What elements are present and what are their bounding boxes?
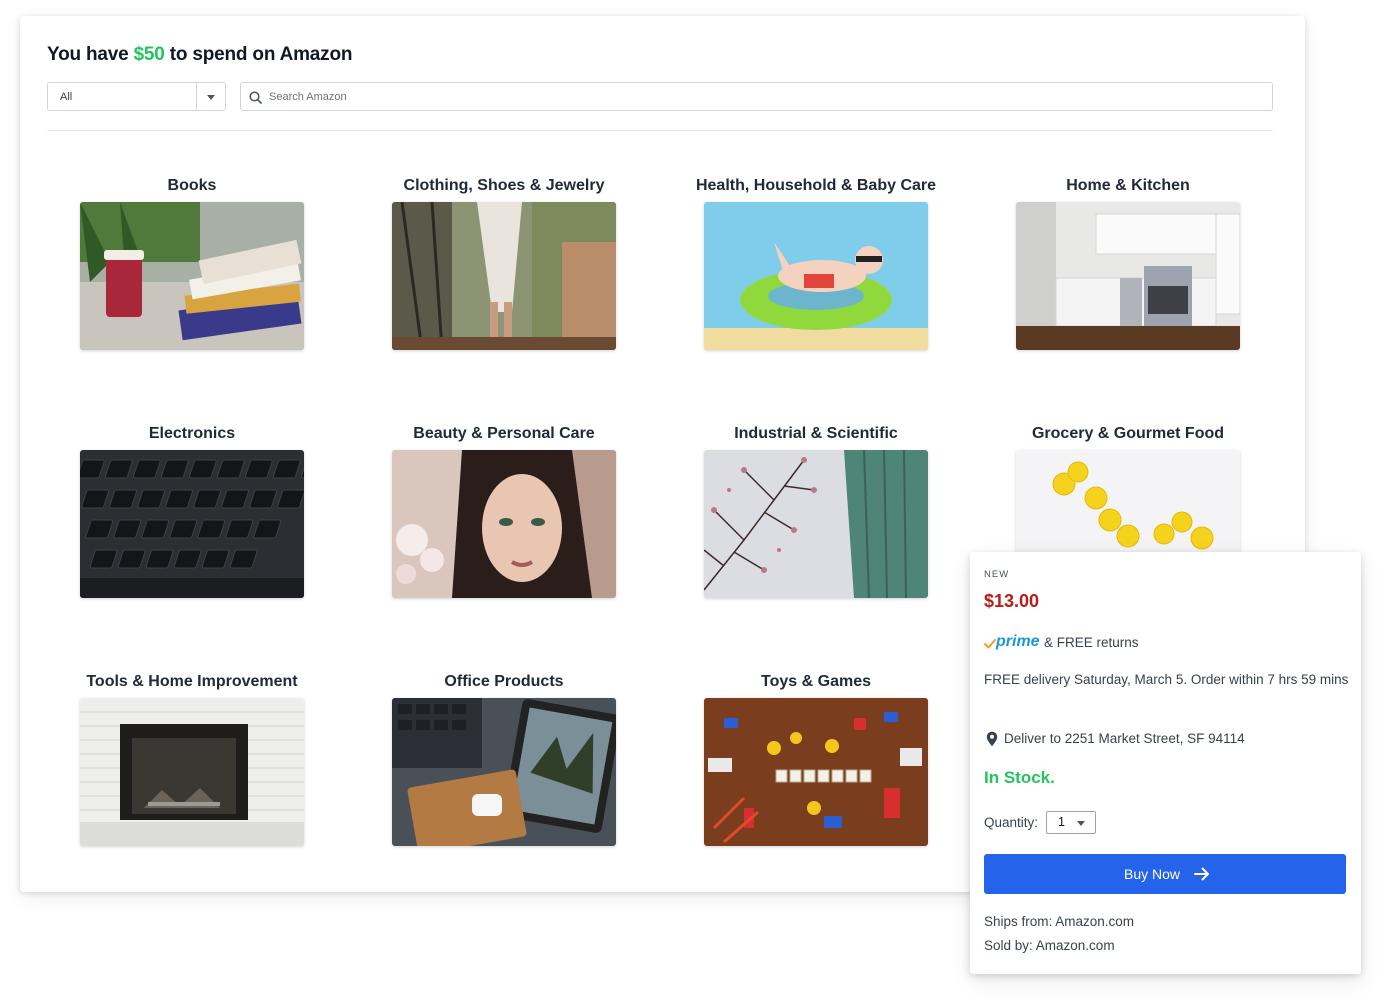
delivery-address-text: Deliver to 2251 Market Street, SF 94114 [1004, 731, 1245, 746]
category-image-books[interactable] [80, 202, 304, 350]
category-dropdown-value: All [60, 91, 73, 103]
category-label: Clothing, Shoes & Jewelry [403, 177, 605, 194]
budget-suffix: to spend on Amazon [169, 44, 353, 65]
header-divider [47, 130, 1273, 131]
category-label: Electronics [148, 425, 236, 442]
category-label: Beauty & Personal Care [413, 425, 595, 442]
category-tile-industrial[interactable]: Industrial & Scientific [660, 424, 972, 624]
sold-by: Sold by: Amazon.com [984, 938, 1115, 953]
chevron-down-icon[interactable] [207, 95, 215, 100]
category-label: Home & Kitchen [1066, 177, 1190, 194]
quantity-select[interactable]: 1 [1046, 811, 1096, 834]
delivery-estimate: FREE delivery Saturday, March 5. Order w… [984, 672, 1349, 687]
quantity-label: Quantity: [984, 815, 1039, 830]
stock-status: In Stock. [984, 768, 1055, 787]
category-tile-home-kitchen[interactable]: Home & Kitchen [972, 176, 1284, 376]
category-tile-health[interactable]: Health, Household & Baby Care [660, 176, 972, 376]
category-tile-electronics[interactable]: Electronics [36, 424, 348, 624]
category-image-health[interactable] [704, 202, 928, 350]
category-image-toys[interactable] [704, 698, 928, 846]
search-bar[interactable] [240, 82, 1273, 111]
category-label: Books [167, 177, 217, 194]
category-image-beauty[interactable] [392, 450, 616, 598]
buy-now-label: Buy Now [1124, 866, 1181, 882]
budget-amount: $50 [133, 44, 165, 65]
category-label: Toys & Games [761, 673, 871, 690]
search-input[interactable] [269, 87, 1249, 107]
ships-from: Ships from: Amazon.com [984, 914, 1135, 929]
category-label: Tools & Home Improvement [86, 673, 298, 690]
category-tile-beauty[interactable]: Beauty & Personal Care [348, 424, 660, 624]
category-image-electronics[interactable] [80, 450, 304, 598]
buy-now-button[interactable]: Buy Now [984, 854, 1346, 894]
chevron-down-icon [1077, 821, 1085, 826]
condition-label: NEW [984, 569, 1010, 580]
category-image-industrial[interactable] [704, 450, 928, 598]
category-tile-books[interactable]: Books [36, 176, 348, 376]
category-dropdown[interactable]: All [47, 82, 226, 111]
product-price: $13.00 [984, 591, 1040, 611]
category-image-tools[interactable] [80, 698, 304, 846]
dropdown-separator [196, 83, 197, 110]
category-label: Office Products [444, 673, 564, 690]
category-tile-toys[interactable]: Toys & Games [660, 672, 972, 872]
prime-returns-text: & FREE returns [1044, 635, 1139, 650]
category-label: Health, Household & Baby Care [695, 177, 937, 194]
check-icon [984, 639, 996, 649]
category-image-home-kitchen[interactable] [1016, 202, 1240, 350]
location-pin-icon [986, 731, 998, 747]
product-buy-panel: NEW $13.00 prime & FREE returns FREE del… [970, 552, 1361, 974]
prime-logo: prime [996, 633, 1040, 650]
budget-heading: You have $50 to spend on Amazon [47, 44, 352, 66]
category-image-office[interactable] [392, 698, 616, 846]
quantity-value: 1 [1058, 815, 1065, 829]
category-label: Industrial & Scientific [734, 425, 898, 442]
category-tile-tools[interactable]: Tools & Home Improvement [36, 672, 348, 872]
category-label: Grocery & Gourmet Food [1031, 425, 1225, 442]
search-icon [249, 91, 262, 104]
category-tile-clothing[interactable]: Clothing, Shoes & Jewelry [348, 176, 660, 376]
category-image-clothing[interactable] [392, 202, 616, 350]
budget-prefix: You have [47, 44, 129, 65]
category-tile-office[interactable]: Office Products [348, 672, 660, 872]
arrow-right-icon [1194, 867, 1209, 881]
